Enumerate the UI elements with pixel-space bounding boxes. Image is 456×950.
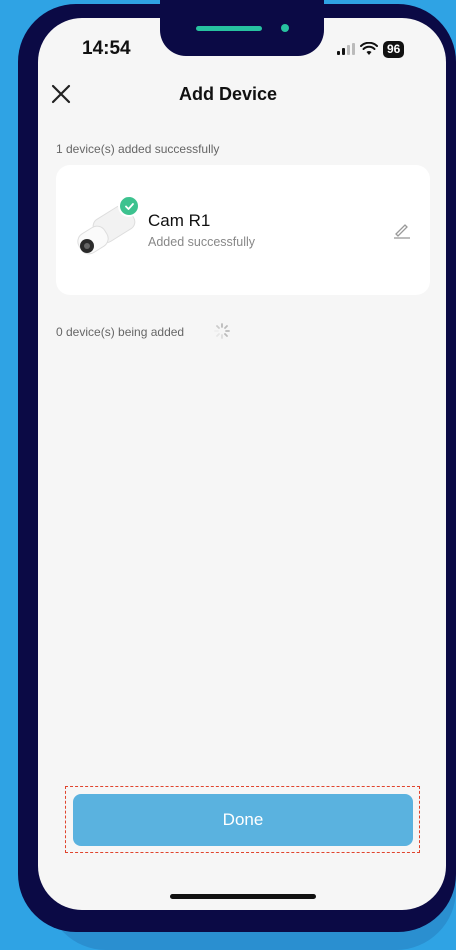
page-title: Add Device [178, 84, 278, 104]
pencil-icon[interactable] [392, 219, 412, 239]
added-count-label: 1 device(s) added successfully [56, 142, 220, 156]
notch-indicator-dot [281, 24, 289, 32]
done-button[interactable]: Done [73, 794, 413, 846]
status-time: 14:54 [82, 38, 131, 59]
device-name: Cam R1 [148, 211, 211, 230]
camera-notch [160, 0, 324, 56]
device-status: Added successfully [148, 235, 256, 249]
pending-count-label: 0 device(s) being added [56, 325, 185, 339]
cellular-signal-icon [337, 43, 355, 55]
home-indicator [170, 894, 316, 899]
notch-indicator-bar [196, 26, 262, 31]
status-icons: 96 [337, 40, 405, 58]
battery-level: 96 [383, 40, 405, 58]
loading-spinner-icon [214, 323, 230, 339]
check-icon [118, 195, 140, 217]
wifi-icon [360, 42, 378, 55]
device-card[interactable]: Cam R1 Added successfully [56, 165, 430, 295]
